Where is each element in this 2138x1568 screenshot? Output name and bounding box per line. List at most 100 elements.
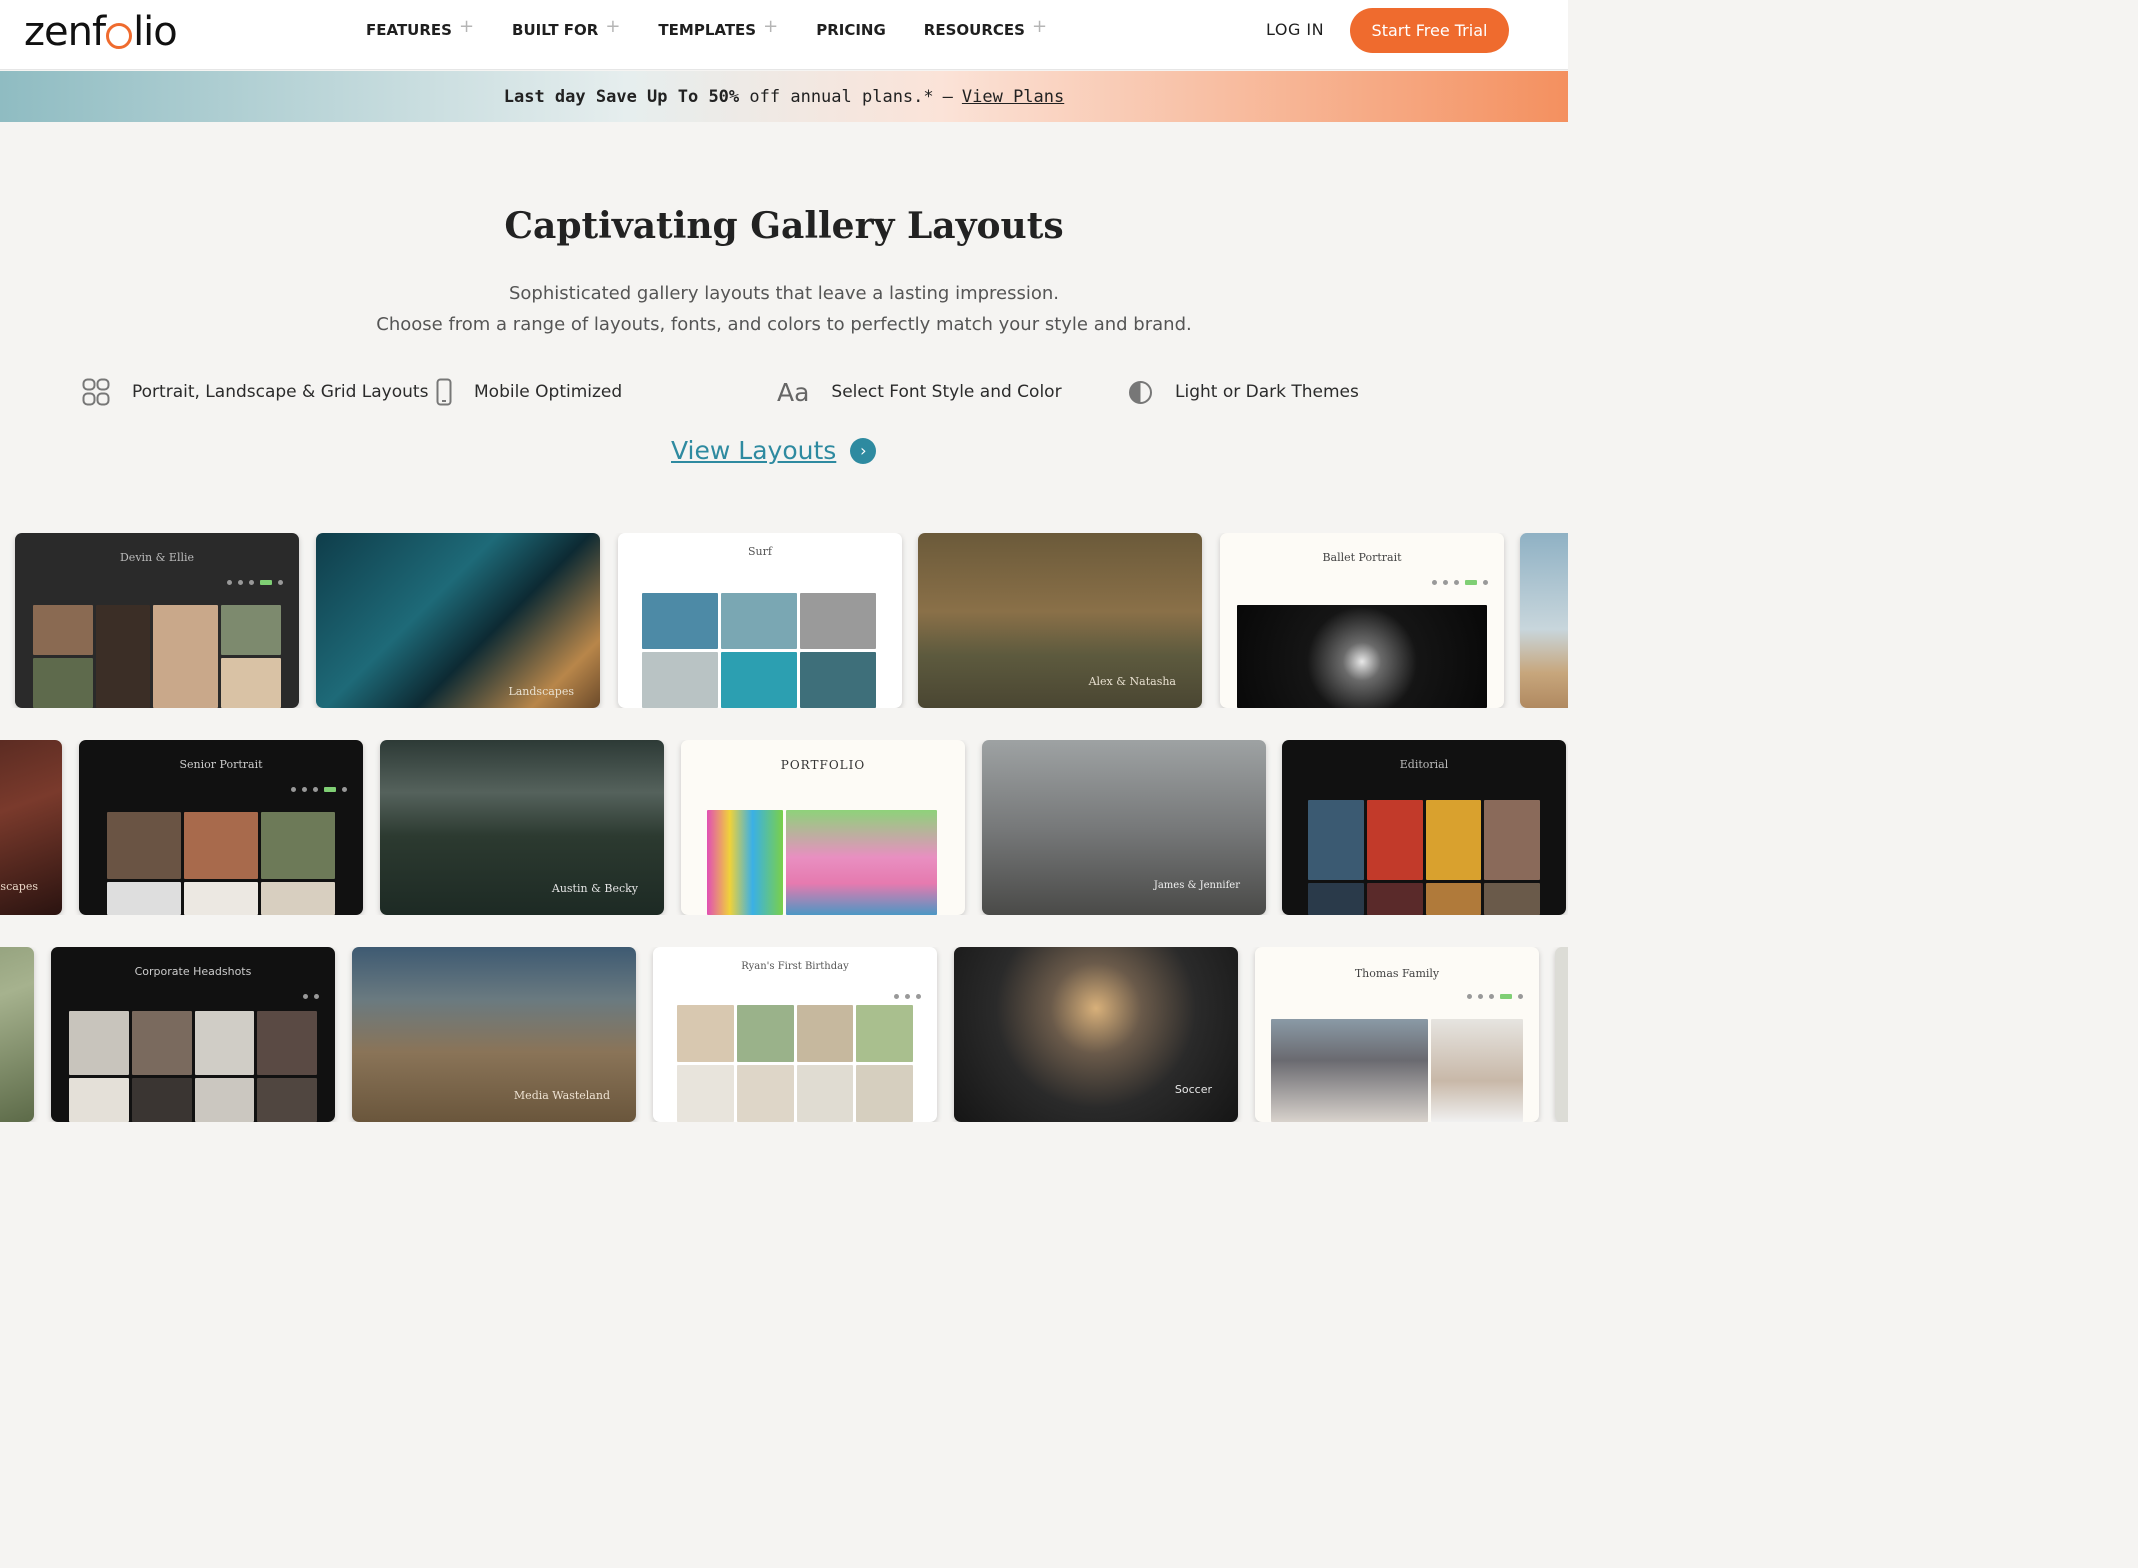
nav-templates[interactable]: TEMPLATES + <box>658 16 778 42</box>
gallery-card-media-wasteland[interactable]: Media Wasteland <box>352 947 636 1122</box>
gallery-card-beach[interactable] <box>1520 533 1568 708</box>
plus-icon: + <box>1031 15 1048 37</box>
nav-templates-label: TEMPLATES <box>658 21 757 39</box>
gallery-card-ballet-portrait[interactable]: Ballet Portrait <box>1220 533 1504 708</box>
gallery-card-surf[interactable]: Surf <box>618 533 902 708</box>
photo-thumb <box>721 593 797 649</box>
feature-label: Select Font Style and Color <box>831 382 1062 402</box>
photo-thumb <box>677 1065 734 1122</box>
gallery-card-james-jennifer[interactable]: James & Jennifer <box>982 740 1266 915</box>
card-toolbar <box>303 994 319 999</box>
promo-separator: — <box>942 86 953 107</box>
card-photo-grid <box>107 812 335 915</box>
logo-text-end: lio <box>133 9 178 55</box>
photo-thumb <box>856 1005 913 1062</box>
photo-thumb <box>194 1077 255 1122</box>
gallery-row-2: dscapes Senior Portrait Austin & Becky P… <box>0 740 1568 915</box>
card-toolbar <box>894 994 921 999</box>
nav-features[interactable]: FEATURES + <box>366 16 474 42</box>
photo-thumb <box>261 881 335 915</box>
gallery-card-portfolio[interactable]: PORTFOLIO <box>681 740 965 915</box>
login-link[interactable]: LOG IN <box>1266 20 1324 39</box>
feature-grid-layouts: Portrait, Landscape & Grid Layouts <box>82 372 428 412</box>
photo-thumb <box>707 810 783 915</box>
photo-thumb <box>1271 1019 1428 1122</box>
photo-thumb <box>800 652 876 708</box>
card-title: Alex & Natasha <box>1088 675 1176 688</box>
gallery-card-austin-becky[interactable]: Austin & Becky <box>380 740 664 915</box>
gallery-card-landscapes-partial[interactable]: dscapes <box>0 740 62 915</box>
plus-icon: + <box>605 15 621 37</box>
photo-thumb <box>221 658 281 708</box>
photo-thumb <box>257 1011 317 1075</box>
card-title: PORTFOLIO <box>780 758 866 772</box>
photo-thumb <box>184 812 258 879</box>
gallery-card-alex-natasha[interactable]: Alex & Natasha <box>918 533 1202 708</box>
card-title: Media Wasteland <box>513 1089 610 1102</box>
card-toolbar <box>227 580 283 585</box>
view-layouts-link[interactable]: View Layouts › <box>671 436 877 465</box>
photo-thumb <box>33 605 93 655</box>
photo-thumb <box>131 1011 192 1075</box>
photo-thumb <box>796 1005 854 1062</box>
promo-banner: Last day Save Up To 50% off annual plans… <box>0 71 1568 122</box>
photo-thumb <box>221 605 281 655</box>
photo-thumb <box>642 652 718 708</box>
card-title: Editorial <box>1399 758 1449 771</box>
gallery-card-corporate-headshots[interactable]: Corporate Headshots <box>51 947 335 1122</box>
gallery-card-ryans-first-birthday[interactable]: Ryan's First Birthday <box>653 947 937 1122</box>
nav-pricing[interactable]: PRICING <box>816 18 886 42</box>
card-title: Soccer <box>1174 1083 1212 1096</box>
photo-thumb <box>95 605 151 708</box>
photo-thumb <box>184 881 258 915</box>
gallery-card-editorial[interactable]: Editorial <box>1282 740 1566 915</box>
section-subtitle: Sophisticated gallery layouts that leave… <box>0 278 1568 340</box>
card-title: Ryan's First Birthday <box>741 961 849 972</box>
feature-fonts: Aa Select Font Style and Color <box>777 372 1062 412</box>
photo-thumb <box>69 1011 129 1075</box>
gallery-card-devin-ellie[interactable]: Devin & Ellie <box>15 533 299 708</box>
card-title: Devin & Ellie <box>119 551 195 564</box>
promo-rest-text: off annual plans.* <box>749 86 934 107</box>
gallery-card-soccer[interactable]: Soccer <box>954 947 1238 1122</box>
photo-thumb <box>107 812 181 879</box>
photo-thumb <box>1366 883 1423 915</box>
card-title: Surf <box>748 545 772 558</box>
start-free-trial-button[interactable]: Start Free Trial <box>1350 8 1509 53</box>
feature-mobile: Mobile Optimized <box>436 372 622 412</box>
subtitle-line-2: Choose from a range of layouts, fonts, a… <box>376 314 1192 335</box>
photo-thumb <box>1366 800 1423 880</box>
card-title: Austin & Becky <box>551 882 638 895</box>
card-photo-grid <box>1237 605 1487 708</box>
photo-thumb <box>856 1065 913 1122</box>
site-header: zen f lio FEATURES + BUILT FOR + TEMPLATES + … <box>0 0 1568 70</box>
gallery-row-1: Devin & Ellie Landscapes Surf Alex & Nat… <box>0 533 1568 708</box>
card-title: dscapes <box>0 880 38 893</box>
feature-label: Mobile Optimized <box>474 382 623 402</box>
photo-thumb <box>1430 1019 1523 1122</box>
gallery-card-thomas-family[interactable]: Thomas Family <box>1255 947 1539 1122</box>
main-nav: FEATURES + BUILT FOR + TEMPLATES + PRICING … <box>366 15 1085 42</box>
feature-themes: Light or Dark Themes <box>1128 372 1359 412</box>
promo-bold-text: Last day Save Up To 50% <box>503 86 740 107</box>
photo-thumb <box>1308 800 1364 880</box>
photo-thumb <box>1484 800 1540 880</box>
photo-thumb <box>1425 883 1482 915</box>
photo-thumb <box>1237 605 1487 708</box>
gallery-card-partial-right[interactable] <box>1555 947 1568 1122</box>
card-toolbar <box>1432 580 1488 585</box>
card-photo-grid <box>33 605 281 708</box>
card-title: James & Jennifer <box>1153 880 1240 891</box>
gallery-card-landscapes[interactable]: Landscapes <box>316 533 600 708</box>
view-plans-link[interactable]: View Plans <box>962 87 1064 107</box>
half-circle-theme-icon <box>1128 380 1153 405</box>
nav-built-for-label: BUILT FOR <box>512 21 599 39</box>
gallery-card-senior-portrait[interactable]: Senior Portrait <box>79 740 363 915</box>
card-photo-grid <box>1271 1019 1523 1122</box>
font-aa-icon: Aa <box>777 377 810 407</box>
nav-built-for[interactable]: BUILT FOR + <box>512 15 621 42</box>
nav-resources[interactable]: RESOURCES + <box>924 15 1048 42</box>
view-layouts-label: View Layouts <box>671 436 837 465</box>
zenfolio-logo[interactable]: zen f lio <box>24 6 178 58</box>
gallery-card-food-partial[interactable] <box>0 947 34 1122</box>
